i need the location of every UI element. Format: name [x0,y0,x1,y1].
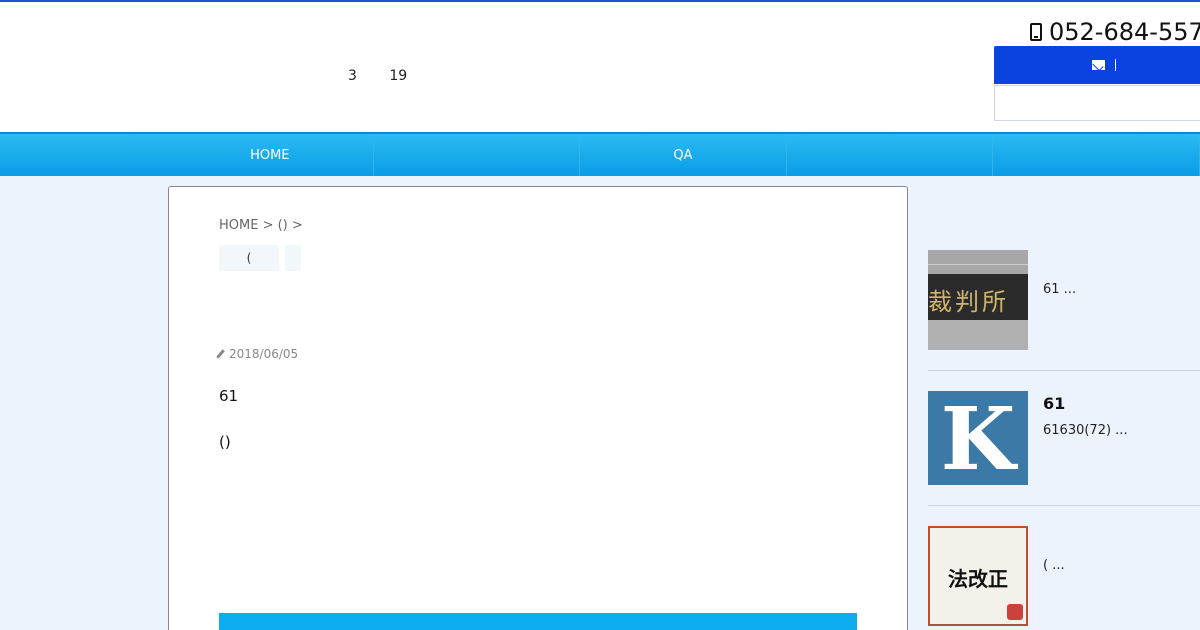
sidebar-post-excerpt[interactable]: 61630(72) ... [1043,423,1128,438]
nav-item-qa[interactable]: QA [580,134,787,176]
post-thumbnail-courthouse[interactable]: 裁判所 [928,250,1028,350]
nav-item-5[interactable] [993,134,1200,176]
contact-mail-button[interactable] [994,46,1200,84]
phone-number-text: 052-684-557 [1049,18,1200,46]
nav-item-2[interactable] [374,134,581,176]
category-tag[interactable]: ( [219,245,279,271]
section-heading-bar [219,613,857,630]
header-secondary-box[interactable] [994,85,1200,121]
phone-number[interactable]: 052-684-557 [1030,18,1200,46]
category-tags: ( [219,245,301,271]
pencil-icon [216,349,225,359]
category-tag[interactable] [285,245,301,271]
post-date: 2018/06/05 [216,347,299,361]
sidebar-divider [928,505,1200,506]
breadcrumb[interactable]: HOME > () > [219,218,303,233]
seal-stamp-icon [1007,604,1023,620]
thumb-line [928,264,1028,265]
post-thumbnail-law-revision[interactable]: 法改正 [928,526,1028,626]
article-paragraph: () [219,433,231,451]
global-nav: HOME QA [0,132,1200,176]
thumbnail-kanji: 法改正 [948,567,1008,591]
sidebar-divider [928,370,1200,371]
button-separator [1115,59,1116,71]
post-thumbnail-k[interactable]: K [928,389,1028,490]
nav-item-home[interactable]: HOME [167,134,374,176]
sidebar-post-title[interactable]: 61 [1043,394,1065,413]
post-date-text: 2018/06/05 [229,347,299,361]
header-tagline: 3 19 [348,68,408,84]
thumbnail-letter: K [940,389,1016,490]
thumbnail-sign-text: 裁判所 [928,288,1009,316]
article-paragraph: 61 [219,387,239,405]
sidebar-post[interactable]: K 61 61630(72) ... [928,389,1200,490]
nav-item-4[interactable] [787,134,994,176]
envelope-icon [1092,60,1105,70]
sidebar-post-excerpt[interactable]: 61 ... [1043,282,1076,297]
sidebar-post[interactable]: 裁判所 61 ... [928,250,1200,350]
mobile-phone-icon [1030,23,1042,41]
sidebar-post[interactable]: 法改正 ( ... [928,526,1200,626]
sidebar-post-excerpt[interactable]: ( ... [1043,558,1065,573]
article-panel: HOME > () > ( 2018/06/05 61 () [168,186,908,630]
